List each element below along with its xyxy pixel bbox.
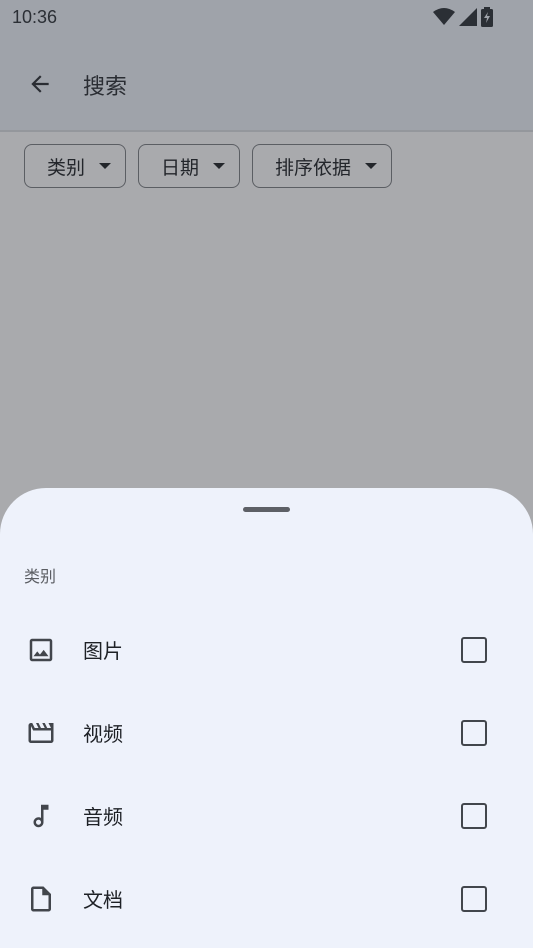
- chip-label: 类别: [47, 156, 86, 179]
- drag-handle[interactable]: [243, 507, 290, 512]
- checkbox-audio[interactable]: [461, 803, 487, 829]
- checkbox-videos[interactable]: [461, 720, 487, 746]
- signal-icon: [459, 8, 477, 26]
- page-title: 搜索: [83, 75, 128, 100]
- status-bar: 10:36: [0, 0, 533, 36]
- back-button[interactable]: [20, 64, 60, 104]
- chip-label: 排序依据: [275, 156, 352, 179]
- filter-chip-sort[interactable]: 排序依据: [252, 144, 393, 188]
- status-icons: [433, 7, 493, 27]
- status-time: 10:36: [12, 7, 58, 27]
- checkbox-documents[interactable]: [461, 886, 487, 912]
- battery-charging-icon: [481, 7, 493, 27]
- bottom-sheet: 类别 图片 视频 音频 文档: [0, 488, 533, 948]
- chip-label: 日期: [161, 156, 200, 179]
- wifi-icon: [433, 8, 455, 25]
- option-audio[interactable]: 音频: [0, 779, 533, 849]
- document-icon: [24, 882, 58, 916]
- dropdown-arrow-icon: [365, 163, 378, 169]
- dropdown-arrow-icon: [213, 163, 226, 169]
- option-videos[interactable]: 视频: [0, 696, 533, 766]
- option-label: 视频: [83, 722, 123, 746]
- option-label: 文档: [83, 888, 123, 912]
- sheet-title: 类别: [24, 567, 57, 586]
- music-note-icon: [24, 799, 58, 833]
- option-documents[interactable]: 文档: [0, 862, 533, 932]
- checkbox-images[interactable]: [461, 637, 487, 663]
- movie-icon: [24, 716, 58, 750]
- app-bar: 搜索: [0, 36, 533, 132]
- option-label: 图片: [83, 639, 123, 663]
- arrow-back-icon: [31, 75, 49, 93]
- option-label: 音频: [83, 805, 123, 829]
- filter-chips: 类别 日期 排序依据: [24, 144, 393, 188]
- image-icon: [24, 633, 58, 667]
- filter-chip-date[interactable]: 日期: [138, 144, 241, 188]
- option-images[interactable]: 图片: [0, 613, 533, 683]
- dropdown-arrow-icon: [99, 163, 112, 169]
- filter-chip-category[interactable]: 类别: [24, 144, 127, 188]
